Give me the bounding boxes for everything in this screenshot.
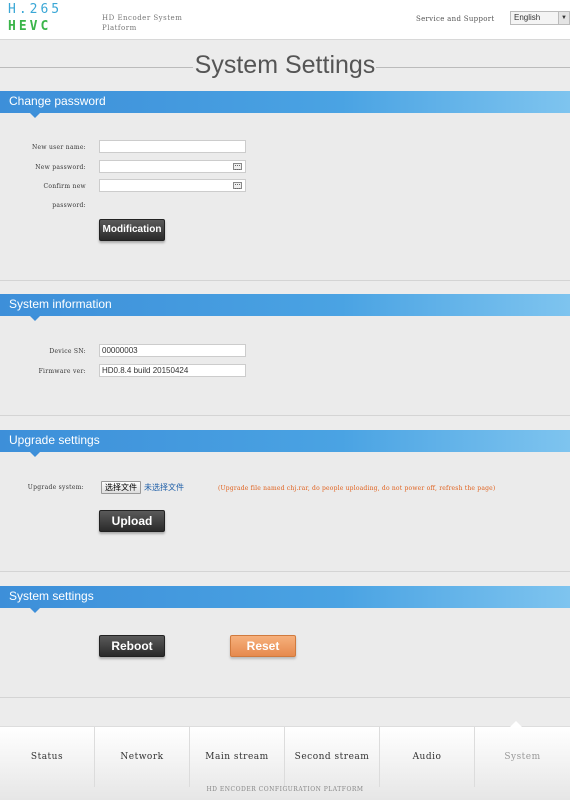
section-header: System settings <box>0 586 570 608</box>
section-title: System information <box>9 297 112 311</box>
no-file-chosen-text: 未选择文件 <box>144 483 184 492</box>
nav-second-stream[interactable]: Second stream <box>285 727 380 787</box>
confirm-password-label: Confirm new <box>43 183 86 190</box>
section-notch <box>30 316 40 321</box>
upgrade-settings-section: Upgrade settings Upgrade system: 选择文件 未选… <box>0 430 570 572</box>
section-title: Upgrade settings <box>9 433 100 447</box>
reboot-button[interactable]: Reboot <box>99 635 165 657</box>
section-title: System settings <box>9 589 94 603</box>
section-title: Change password <box>9 94 106 108</box>
choose-file-button[interactable]: 选择文件 <box>101 481 141 494</box>
new-user-name-label: New user name: <box>31 144 86 151</box>
firmware-ver-value: HD0.8.4 build 20150424 <box>99 364 246 377</box>
section-notch <box>30 608 40 613</box>
language-select[interactable]: English ▼ <box>510 11 570 25</box>
logo-line1: H.265 <box>8 2 63 17</box>
system-information-section: System information Device SN: 00000003 F… <box>0 294 570 416</box>
device-sn-value: 00000003 <box>99 344 246 357</box>
section-notch <box>30 113 40 118</box>
platform-text: HD Encoder System Platform <box>102 14 183 32</box>
service-support-link[interactable]: Service and Support <box>416 15 495 23</box>
upgrade-system-label: Upgrade system: <box>27 484 84 491</box>
section-header: System information <box>0 294 570 316</box>
footer: Status Network Main stream Second stream… <box>0 721 570 800</box>
nav-status[interactable]: Status <box>0 727 95 787</box>
firmware-ver-label: Firmware ver: <box>38 368 86 375</box>
keyboard-icon[interactable] <box>233 182 242 189</box>
logo-line2: HEVC <box>8 19 52 34</box>
logo: H.265 HEVC <box>8 1 62 35</box>
reset-button[interactable]: Reset <box>230 635 296 657</box>
keyboard-icon[interactable] <box>233 163 242 170</box>
chevron-down-icon[interactable]: ▼ <box>558 12 569 24</box>
change-password-section: Change password New user name: New passw… <box>0 91 570 281</box>
nav-audio[interactable]: Audio <box>380 727 475 787</box>
confirm-password-label-2: password: <box>52 202 86 209</box>
bottom-nav: Status Network Main stream Second stream… <box>0 727 570 787</box>
upload-button[interactable]: Upload <box>99 510 165 532</box>
language-value: English <box>514 13 541 22</box>
upgrade-note: (Upgrade file named chj.rar, do people u… <box>218 485 496 492</box>
section-header: Upgrade settings <box>0 430 570 452</box>
nav-network[interactable]: Network <box>95 727 190 787</box>
system-settings-section: System settings Reboot Reset <box>0 586 570 698</box>
modification-button[interactable]: Modification <box>99 219 165 241</box>
section-header: Change password <box>0 91 570 113</box>
header: H.265 HEVC HD Encoder System Platform Se… <box>0 0 570 40</box>
confirm-password-input[interactable] <box>99 179 246 192</box>
new-password-input[interactable] <box>99 160 246 173</box>
device-sn-label: Device SN: <box>49 348 86 355</box>
nav-system[interactable]: System <box>475 727 570 787</box>
section-notch <box>30 452 40 457</box>
new-password-label: New password: <box>35 164 86 171</box>
footer-text: HD ENCODER CONFIGURATION PLATFORM <box>206 786 364 793</box>
nav-main-stream[interactable]: Main stream <box>190 727 285 787</box>
page-title: System Settings <box>194 51 376 79</box>
new-user-name-input[interactable] <box>99 140 246 153</box>
